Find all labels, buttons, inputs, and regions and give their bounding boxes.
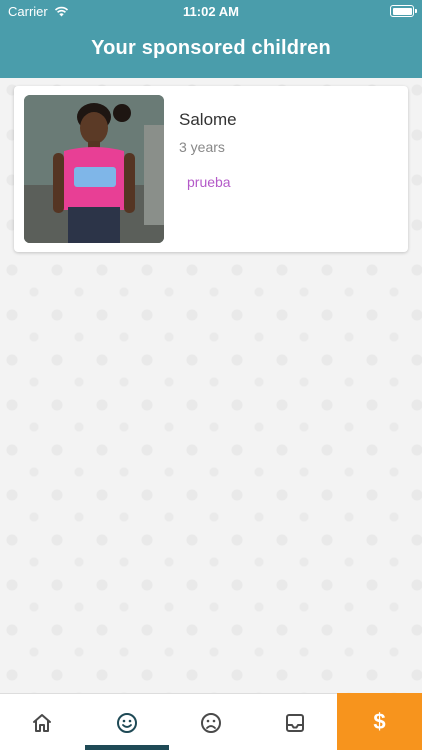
smiley-sad-icon (201, 712, 221, 733)
tab-inbox[interactable] (253, 694, 337, 750)
smiley-happy-icon (117, 712, 137, 733)
dollar-icon: $ (373, 708, 386, 734)
battery-icon (390, 5, 417, 17)
children-list: Salome 3 years prueba (0, 78, 422, 693)
home-icon (33, 713, 51, 732)
tab-home[interactable] (0, 694, 84, 750)
status-time: 11:02 AM (183, 4, 239, 19)
child-photo-image (24, 95, 164, 243)
child-card[interactable]: Salome 3 years prueba (14, 86, 408, 252)
child-tag[interactable]: prueba (187, 174, 231, 190)
inbox-icon (286, 713, 304, 732)
tab-sponsored[interactable] (85, 694, 169, 750)
child-age: 3 years (179, 139, 225, 155)
status-bar: Carrier 11:02 AM (0, 0, 422, 22)
child-photo[interactable] (24, 95, 164, 243)
donate-button[interactable]: $ (337, 693, 422, 750)
app-header: Carrier 11:02 AM Your sponsored children (0, 0, 422, 78)
tab-unsponsored[interactable] (169, 694, 253, 750)
child-name: Salome (179, 110, 237, 129)
page-title: Your sponsored children (91, 37, 331, 59)
active-tab-indicator (85, 745, 169, 750)
